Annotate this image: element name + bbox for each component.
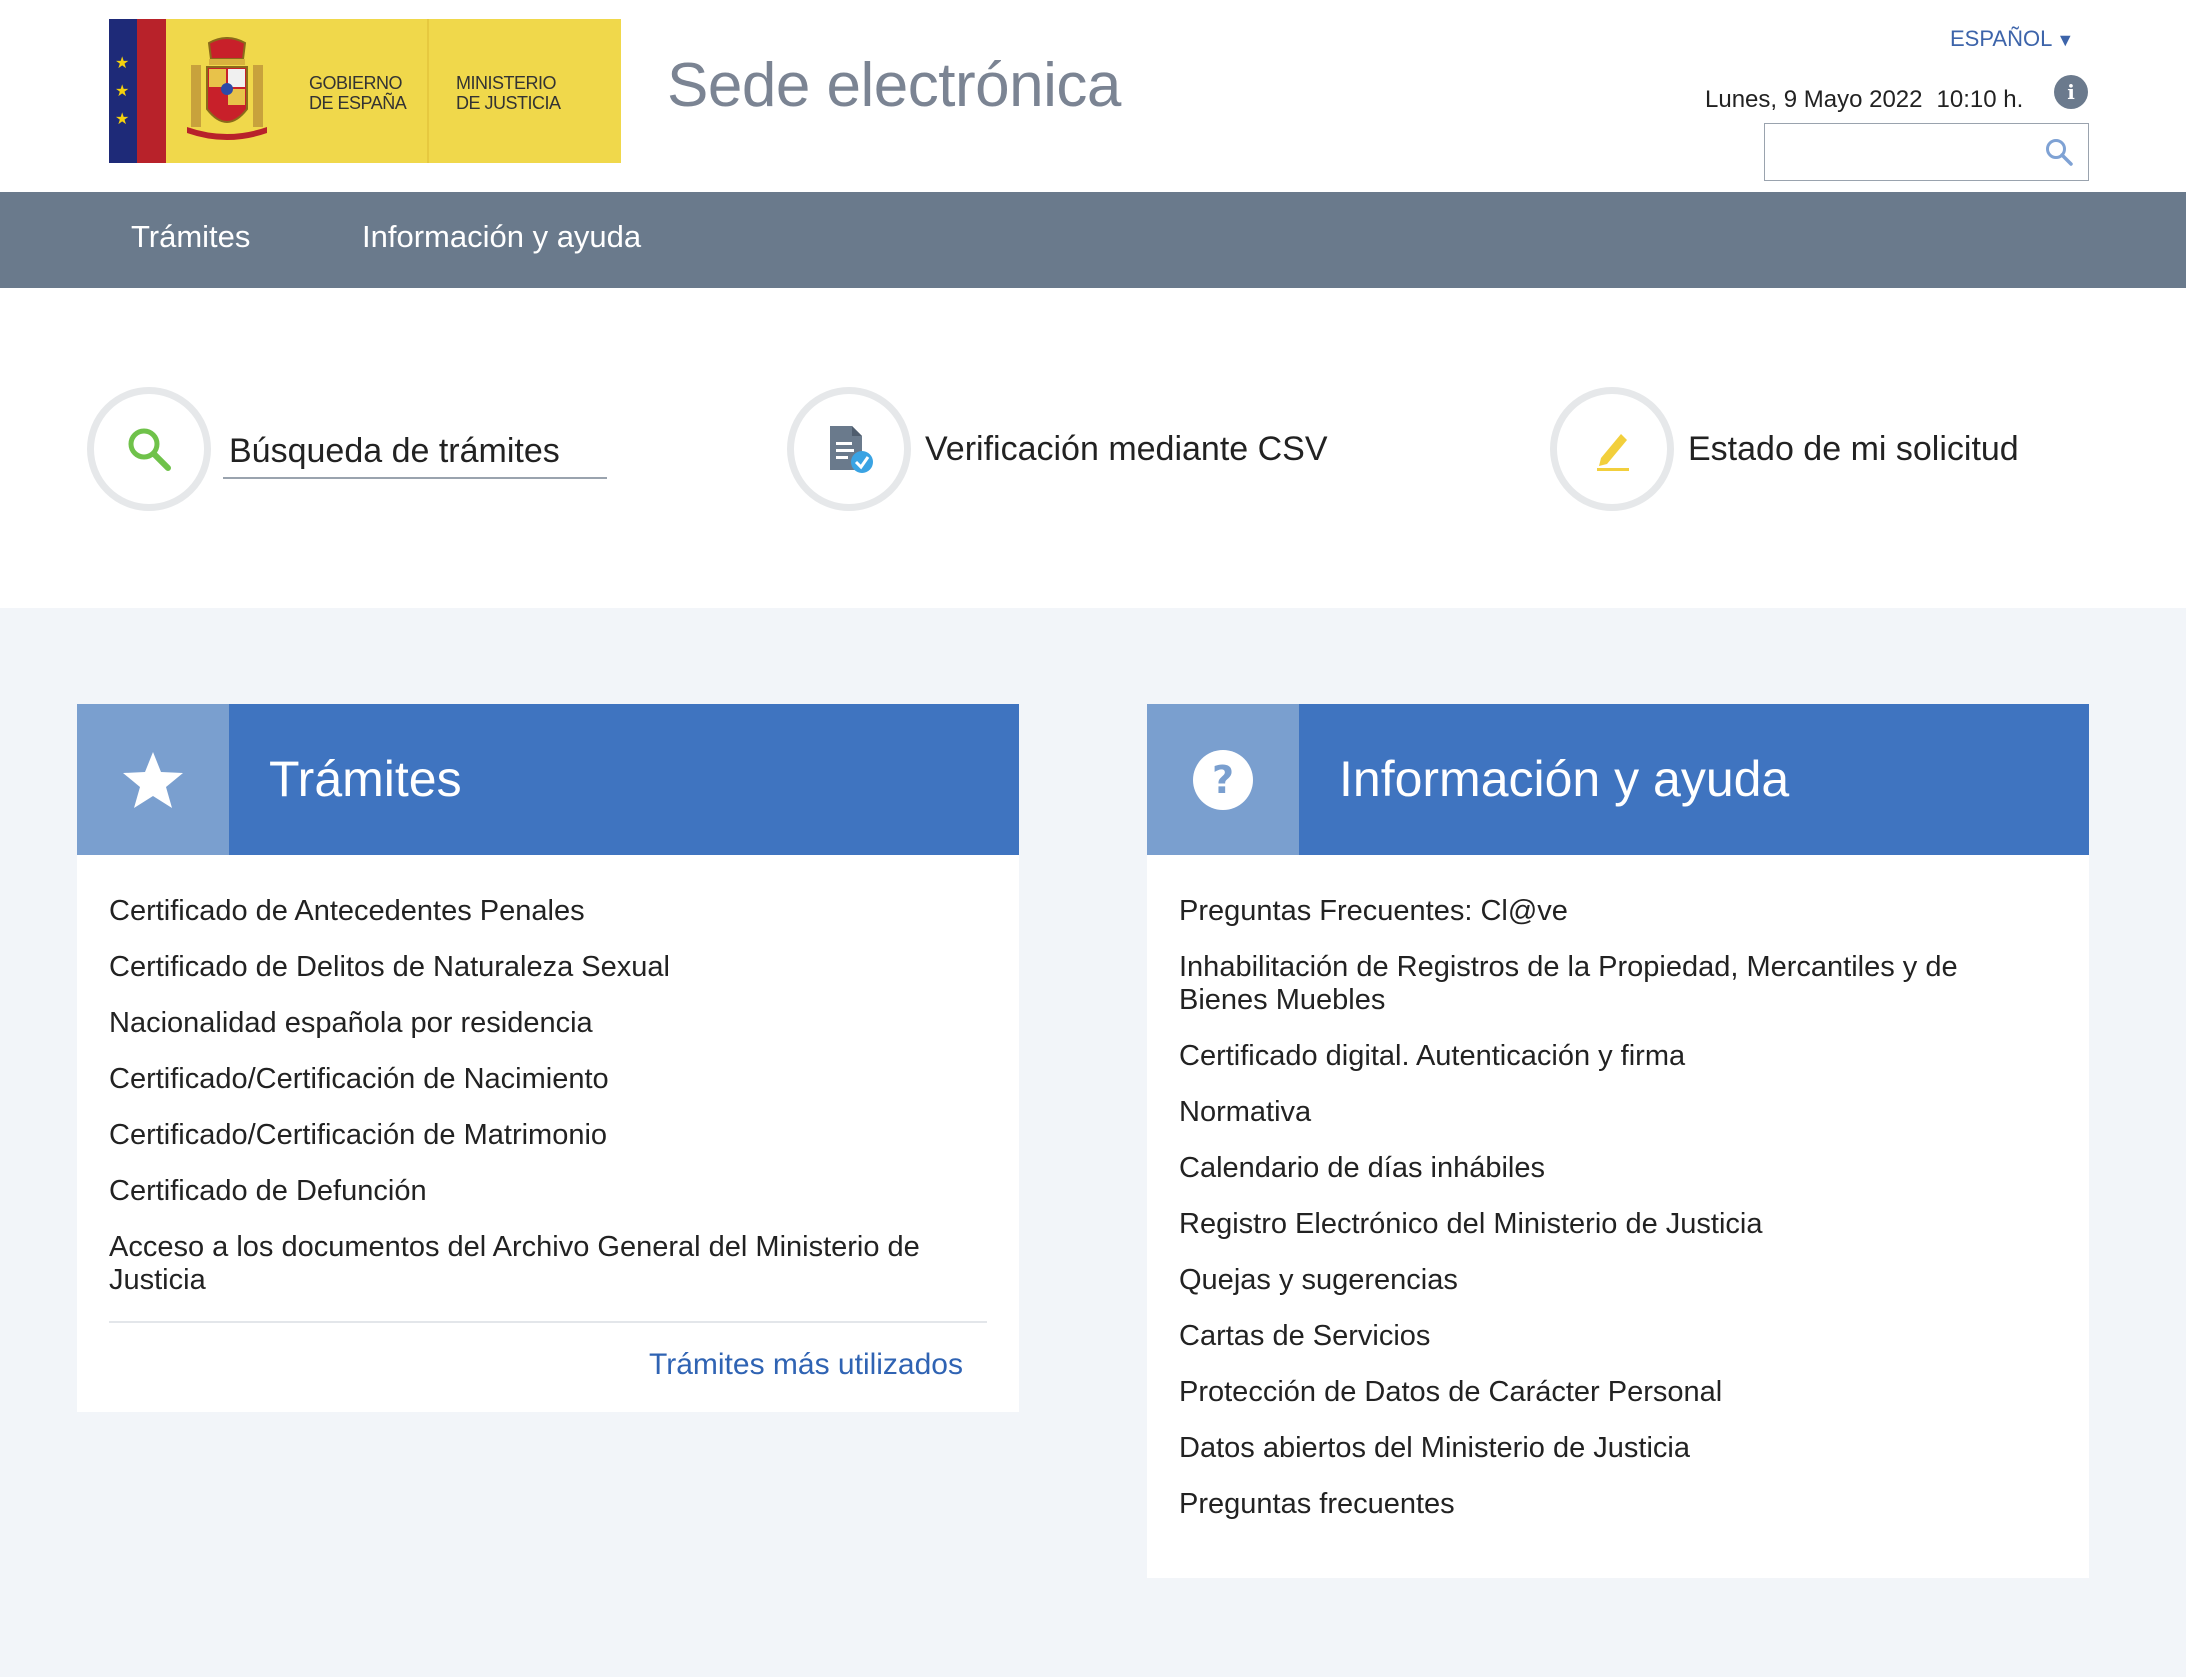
tramites-item[interactable]: Certificado de Delitos de Naturaleza Sex… [109, 951, 987, 984]
search-icon [128, 428, 171, 471]
info-item[interactable]: Cartas de Servicios [1179, 1320, 2057, 1353]
info-item[interactable]: Datos abiertos del Ministerio de Justici… [1179, 1432, 2057, 1465]
info-panel-header[interactable]: ? Información y ayuda [1147, 704, 2089, 855]
tramites-mas-utilizados-link[interactable]: Trámites más utilizados [649, 1348, 963, 1382]
star-icon [123, 751, 183, 808]
question-icon-box: ? [1147, 704, 1299, 855]
info-item[interactable]: Registro Electrónico del Ministerio de J… [1179, 1208, 2057, 1241]
info-list: Preguntas Frecuentes: Cl@ve Inhabilitaci… [1147, 855, 2089, 1521]
tramites-panel: Trámites Certificado de Antecedentes Pen… [77, 704, 1019, 1412]
document-check-icon [830, 426, 873, 473]
star-icon-box [77, 704, 229, 855]
info-icon[interactable]: i [2054, 75, 2088, 109]
flag-stripe: ★ ★ ★ [109, 19, 166, 163]
current-time: 10:10 h. [1936, 86, 2024, 113]
tramites-item[interactable]: Certificado de Defunción [109, 1175, 987, 1208]
info-item[interactable]: Calendario de días inhábiles [1179, 1152, 2057, 1185]
header-search[interactable] [1764, 123, 2089, 181]
tramites-item[interactable]: Acceso a los documentos del Archivo Gene… [109, 1231, 969, 1297]
tramites-item[interactable]: Certificado/Certificación de Matrimonio [109, 1119, 987, 1152]
quick-estado-solicitud[interactable]: Estado de mi solicitud [1550, 384, 2019, 514]
caret-down-icon: ▼ [2056, 30, 2075, 50]
coat-of-arms-icon [187, 37, 267, 140]
quick-search-label: Búsqueda de trámites [223, 432, 607, 479]
info-panel: ? Información y ayuda Preguntas Frecuent… [1147, 704, 2089, 1578]
date-time: Lunes, 9 Mayo 2022 10:10 h. [1705, 86, 2023, 114]
gobierno-text: GOBIERNO DE ESPAÑA [309, 73, 407, 113]
government-logo[interactable]: ★ ★ ★ GOBIERNO DE ESPAÑA MINISTERIO DE JUS… [109, 19, 621, 163]
nav-tramites[interactable]: Trámites [131, 219, 250, 255]
info-item[interactable]: Normativa [1179, 1096, 2057, 1129]
search-icon[interactable] [2044, 137, 2074, 167]
info-item[interactable]: Inhabilitación de Registros de la Propie… [1179, 951, 2039, 1017]
qa-circle [87, 387, 211, 511]
question-icon: ? [1193, 749, 1253, 810]
pencil-icon [1597, 434, 1629, 471]
tramites-item[interactable]: Certificado/Certificación de Nacimiento [109, 1063, 987, 1096]
tramites-item[interactable]: Certificado de Antecedentes Penales [109, 895, 987, 928]
site-title[interactable]: Sede electrónica [667, 50, 1121, 121]
info-item[interactable]: Preguntas frecuentes [1179, 1488, 2057, 1521]
info-item[interactable]: Preguntas Frecuentes: Cl@ve [1179, 895, 2057, 928]
quick-verificacion-label: Verificación mediante CSV [925, 429, 1328, 468]
qa-circle [787, 387, 911, 511]
qa-circle [1550, 387, 1674, 511]
tramites-list: Certificado de Antecedentes Penales Cert… [77, 855, 1019, 1297]
info-item[interactable]: Quejas y sugerencias [1179, 1264, 2057, 1297]
language-selector[interactable]: ESPAÑOL ▼ [1950, 26, 2074, 52]
nav-informacion-ayuda[interactable]: Información y ayuda [362, 219, 641, 255]
tramites-divider [109, 1321, 987, 1323]
quick-access: Búsqueda de trámites Verificación median… [0, 288, 2186, 608]
quick-verificacion-csv[interactable]: Verificación mediante CSV [787, 384, 1328, 514]
ministerio-text: MINISTERIO DE JUSTICIA [456, 73, 561, 113]
site-header: ★ ★ ★ GOBIERNO DE ESPAÑA MINISTERIO DE JUS… [0, 0, 2186, 192]
search-input[interactable] [1765, 124, 2035, 178]
main-nav: Trámites Información y ayuda [0, 192, 2186, 288]
info-item[interactable]: Protección de Datos de Carácter Personal [1179, 1376, 2057, 1409]
tramites-item[interactable]: Nacionalidad española por residencia [109, 1007, 987, 1040]
svg-text:?: ? [1212, 758, 1234, 802]
quick-estado-label: Estado de mi solicitud [1688, 429, 2019, 468]
tramites-panel-header[interactable]: Trámites [77, 704, 1019, 855]
current-date: Lunes, 9 Mayo 2022 [1705, 86, 1923, 113]
info-item[interactable]: Certificado digital. Autenticación y fir… [1179, 1040, 2057, 1073]
language-label: ESPAÑOL [1950, 26, 2053, 51]
tramites-panel-title: Trámites [269, 751, 462, 807]
quick-search-tramites[interactable]: Búsqueda de trámites [87, 384, 607, 514]
info-panel-title: Información y ayuda [1339, 751, 1790, 807]
